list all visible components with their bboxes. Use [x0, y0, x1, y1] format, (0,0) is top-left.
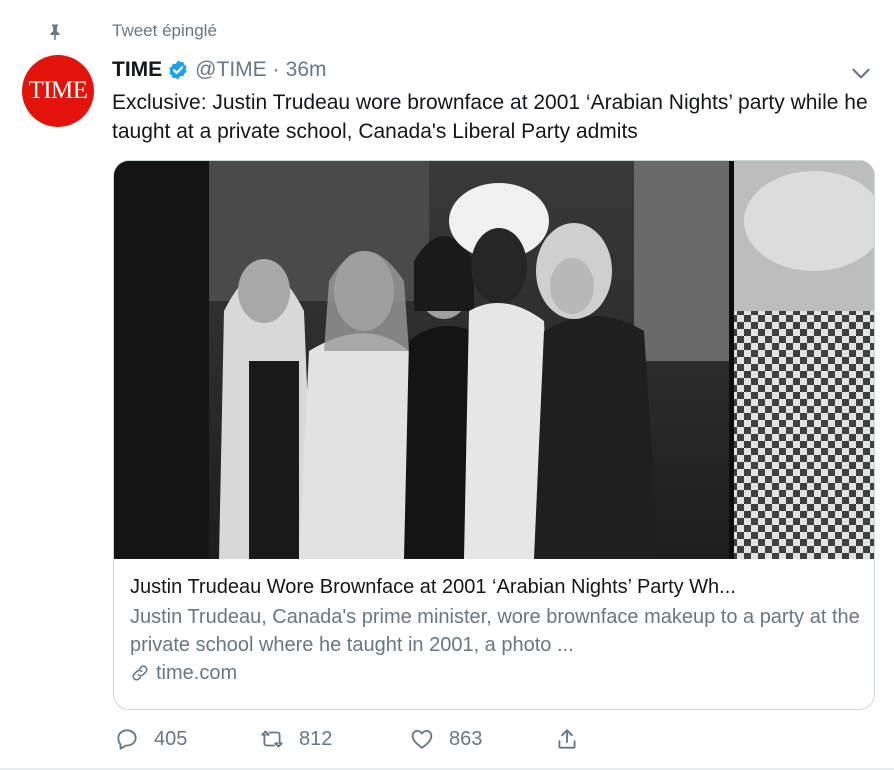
tweet-actions: 405 812 863 — [114, 723, 594, 755]
link-icon — [132, 665, 148, 681]
card-body: Justin Trudeau Wore Brownface at 2001 ‘A… — [130, 573, 860, 687]
separator-dot: · — [272, 58, 280, 81]
card-description: Justin Trudeau, Canada's prime minister,… — [130, 606, 860, 656]
reply-button[interactable]: 405 — [114, 723, 187, 755]
account-handle[interactable]: @TIME — [195, 58, 266, 82]
card-photo — [114, 161, 874, 559]
like-icon — [411, 729, 433, 749]
retweet-icon — [261, 730, 283, 748]
account-name[interactable]: TIME — [112, 58, 162, 82]
timestamp[interactable]: 36m — [286, 58, 327, 82]
verified-icon — [169, 60, 187, 80]
retweet-button[interactable]: 812 — [259, 723, 332, 755]
link-card[interactable]: Justin Trudeau Wore Brownface at 2001 ‘A… — [113, 160, 875, 710]
retweet-count: 812 — [299, 727, 333, 750]
pinned-indicator: Tweet épinglé — [50, 18, 217, 44]
tweet-header: TIME @TIME · 36m — [112, 55, 327, 85]
like-button[interactable]: 863 — [409, 723, 482, 755]
pinned-label: Tweet épinglé — [112, 21, 217, 40]
tweet-text: Exclusive: Justin Trudeau wore brownface… — [112, 91, 868, 143]
chevron-down-icon[interactable] — [848, 60, 874, 86]
card-domain-text: time.com — [156, 662, 238, 684]
avatar[interactable]: TIME — [22, 55, 94, 127]
share-icon — [558, 729, 576, 749]
pin-icon — [50, 24, 60, 41]
reply-count: 405 — [154, 727, 188, 750]
card-title[interactable]: Justin Trudeau Wore Brownface at 2001 ‘A… — [130, 573, 860, 601]
avatar-logo-text: TIME — [28, 77, 88, 104]
share-button[interactable] — [554, 723, 594, 755]
reply-icon — [117, 729, 137, 750]
tweet[interactable]: Tweet épinglé TIME TIME @TIME · 36m Excl… — [0, 0, 894, 770]
card-domain: time.com — [130, 659, 860, 687]
like-count: 863 — [449, 727, 483, 750]
